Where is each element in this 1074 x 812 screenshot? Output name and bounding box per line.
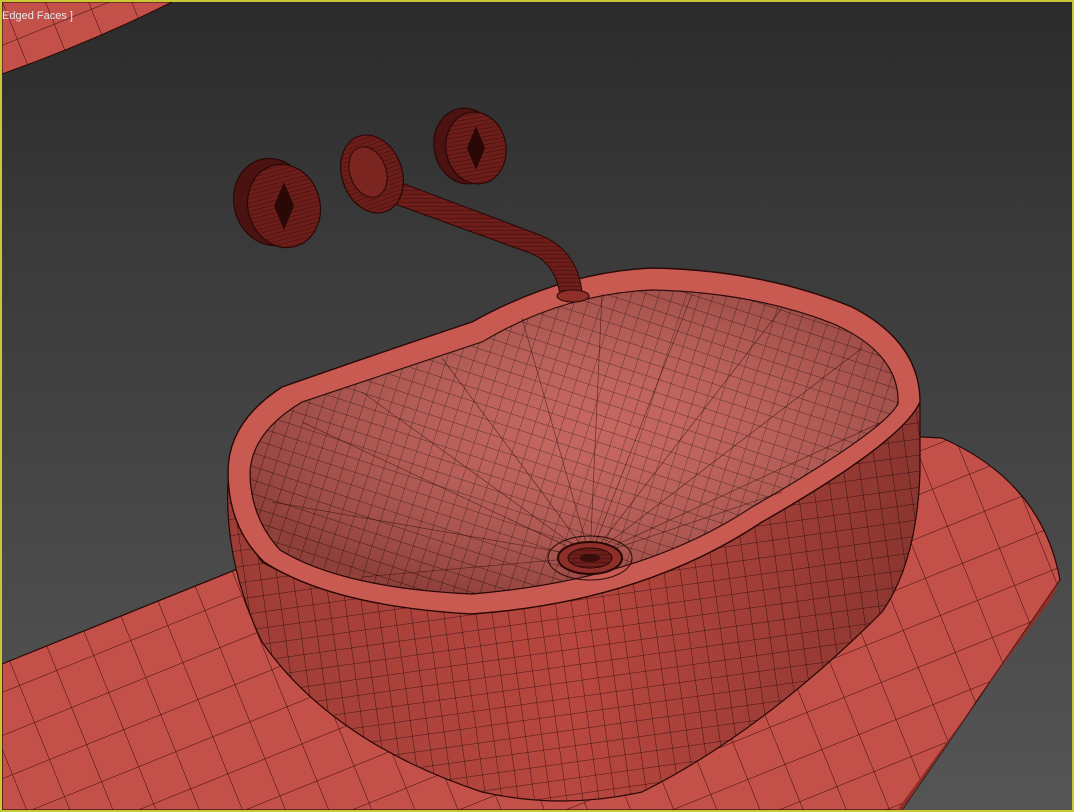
viewport-perspective[interactable]: Edged Faces ]	[0, 0, 1074, 812]
drain-mesh[interactable]	[547, 535, 633, 581]
right-handle-mesh[interactable]	[428, 103, 512, 189]
flange-mesh[interactable]	[330, 126, 414, 222]
viewport-shading-label[interactable]: Edged Faces ]	[2, 10, 73, 22]
left-handle-mesh[interactable]	[224, 150, 330, 256]
scene-canvas[interactable]	[2, 2, 1072, 810]
